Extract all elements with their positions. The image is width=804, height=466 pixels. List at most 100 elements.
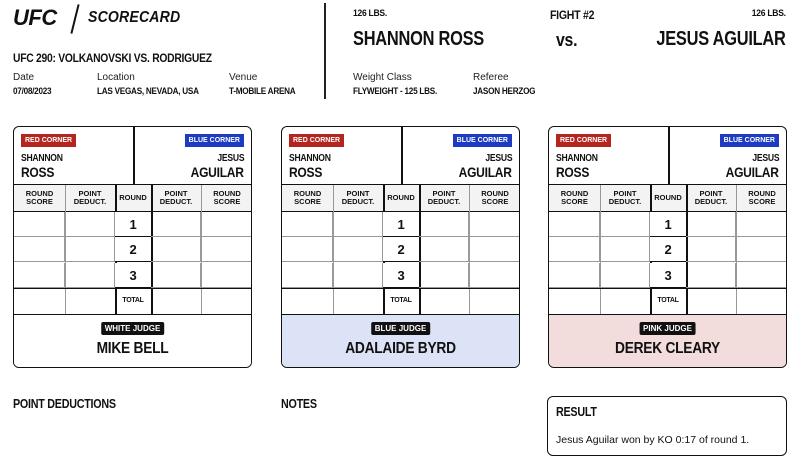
judge-area: PINK JUDGE DEREK CLEARY [549,315,786,367]
total-label: TOTAL [390,297,412,304]
blue-corner-badge: BLUE CORNER [452,134,512,147]
round-number: 2 [383,237,419,263]
scorecard-title: SCORECARD [88,9,181,26]
blue-round-score-header: ROUND SCORE [469,185,519,212]
corner-header: RED CORNER BLUE CORNER SHANNON ROSS JESUS AGU… [549,127,786,185]
total-label: TOTAL [122,297,144,304]
blue-point-deduct-header: POINT DEDUCT. [151,185,201,212]
red-round-score-header: ROUND SCORE [14,185,65,212]
score-cell[interactable] [419,237,469,263]
score-cell[interactable] [151,237,201,263]
score-cell[interactable] [14,212,65,237]
red-last-name: ROSS [289,164,323,180]
corner-divider [133,127,135,185]
blue-last-name: AGUILAR [190,164,244,180]
date-label: Date [13,72,35,83]
judge-area: WHITE JUDGE MIKE BELL [14,315,251,367]
score-cell[interactable] [549,262,600,288]
round-number: 3 [115,262,151,288]
red-round-score-header: ROUND SCORE [282,185,333,212]
judge-name: ADALAIDE BYRD [345,340,456,357]
round-header: ROUND [383,185,419,212]
score-cell[interactable] [201,237,251,263]
score-cell[interactable] [549,237,600,263]
result-box: RESULT Jesus Aguilar won by KO 0:17 of r… [547,396,787,456]
judge-scorecard: RED CORNER BLUE CORNER SHANNON ROSS JESUS AGU… [13,126,252,368]
score-cell[interactable] [282,212,333,237]
venue-value: T-MOBILE ARENA [229,86,296,97]
versus-label: vs. [556,30,578,50]
red-point-deduct-header: POINT DEDUCT. [600,185,650,212]
red-point-deduct-header: POINT DEDUCT. [65,185,115,212]
round-number: 2 [650,237,686,263]
blue-last-name: AGUILAR [725,164,779,180]
blue-first-name: JESUS [752,153,779,164]
score-cell[interactable] [736,212,786,237]
blue-first-name: JESUS [485,153,512,164]
score-cell[interactable] [333,262,383,288]
score-cell[interactable] [333,237,383,263]
score-cell[interactable] [151,262,201,288]
notes-heading: NOTES [281,397,317,411]
round-header: ROUND [115,185,151,212]
round-number: 1 [650,212,686,237]
score-cell[interactable] [151,212,201,237]
round-number: 3 [650,262,686,288]
red-last-name: ROSS [556,164,590,180]
judge-area: BLUE JUDGE ADALAIDE BYRD [282,315,519,367]
red-corner-badge: RED CORNER [21,134,77,147]
score-cell[interactable] [65,237,115,263]
round-number: 1 [383,212,419,237]
weight-class-value: FLYWEIGHT - 125 LBS. [353,86,437,97]
score-cell[interactable] [65,262,115,288]
score-cell[interactable] [600,262,650,288]
judge-name: DEREK CLEARY [615,340,720,357]
total-label: TOTAL [657,297,679,304]
red-fighter-name: SHANNON ROSS [353,28,484,50]
blue-fighter-name: JESUS AGUILAR [656,28,786,50]
location-label: Location [97,72,135,83]
corner-header: RED CORNER BLUE CORNER SHANNON ROSS JESUS AGU… [282,127,519,185]
total-row: TOTAL [549,288,786,315]
blue-corner-badge: BLUE CORNER [719,134,779,147]
score-cell[interactable] [600,237,650,263]
score-cell[interactable] [201,263,251,288]
score-cell[interactable] [736,263,786,288]
round-header: ROUND [650,185,686,212]
red-corner-badge: RED CORNER [289,134,345,147]
blue-corner-badge: BLUE CORNER [184,134,244,147]
score-cell[interactable] [686,262,736,288]
score-cell[interactable] [469,237,519,263]
blue-point-deduct-header: POINT DEDUCT. [419,185,469,212]
result-heading: RESULT [556,405,597,419]
ufc-logo: UFC [13,5,57,30]
score-cell[interactable] [686,212,736,237]
score-cell[interactable] [282,237,333,263]
judge-badge: PINK JUDGE [639,322,696,335]
red-first-name: SHANNON [289,153,331,164]
score-cell[interactable] [419,212,469,237]
score-cell[interactable] [549,212,600,237]
score-cell[interactable] [65,212,115,237]
corner-divider [668,127,670,185]
score-cell[interactable] [686,237,736,263]
score-cell[interactable] [282,262,333,288]
red-last-name: ROSS [21,164,55,180]
judge-scorecard: RED CORNER BLUE CORNER SHANNON ROSS JESUS AGU… [281,126,520,368]
score-cell[interactable] [14,237,65,263]
score-cell[interactable] [469,212,519,237]
score-cell[interactable] [736,237,786,263]
blue-round-score-header: ROUND SCORE [201,185,251,212]
blue-first-name: JESUS [217,153,244,164]
score-cell[interactable] [469,263,519,288]
score-cell[interactable] [201,212,251,237]
score-cell[interactable] [600,212,650,237]
referee-value: JASON HERZOG [473,86,536,97]
round-number: 2 [115,237,151,263]
logo-divider [70,4,80,34]
score-cell[interactable] [419,262,469,288]
score-cell[interactable] [333,212,383,237]
event-title: UFC 290: VOLKANOVSKI VS. RODRIGUEZ [13,51,212,65]
score-cell[interactable] [14,262,65,288]
total-row: TOTAL [282,288,519,315]
